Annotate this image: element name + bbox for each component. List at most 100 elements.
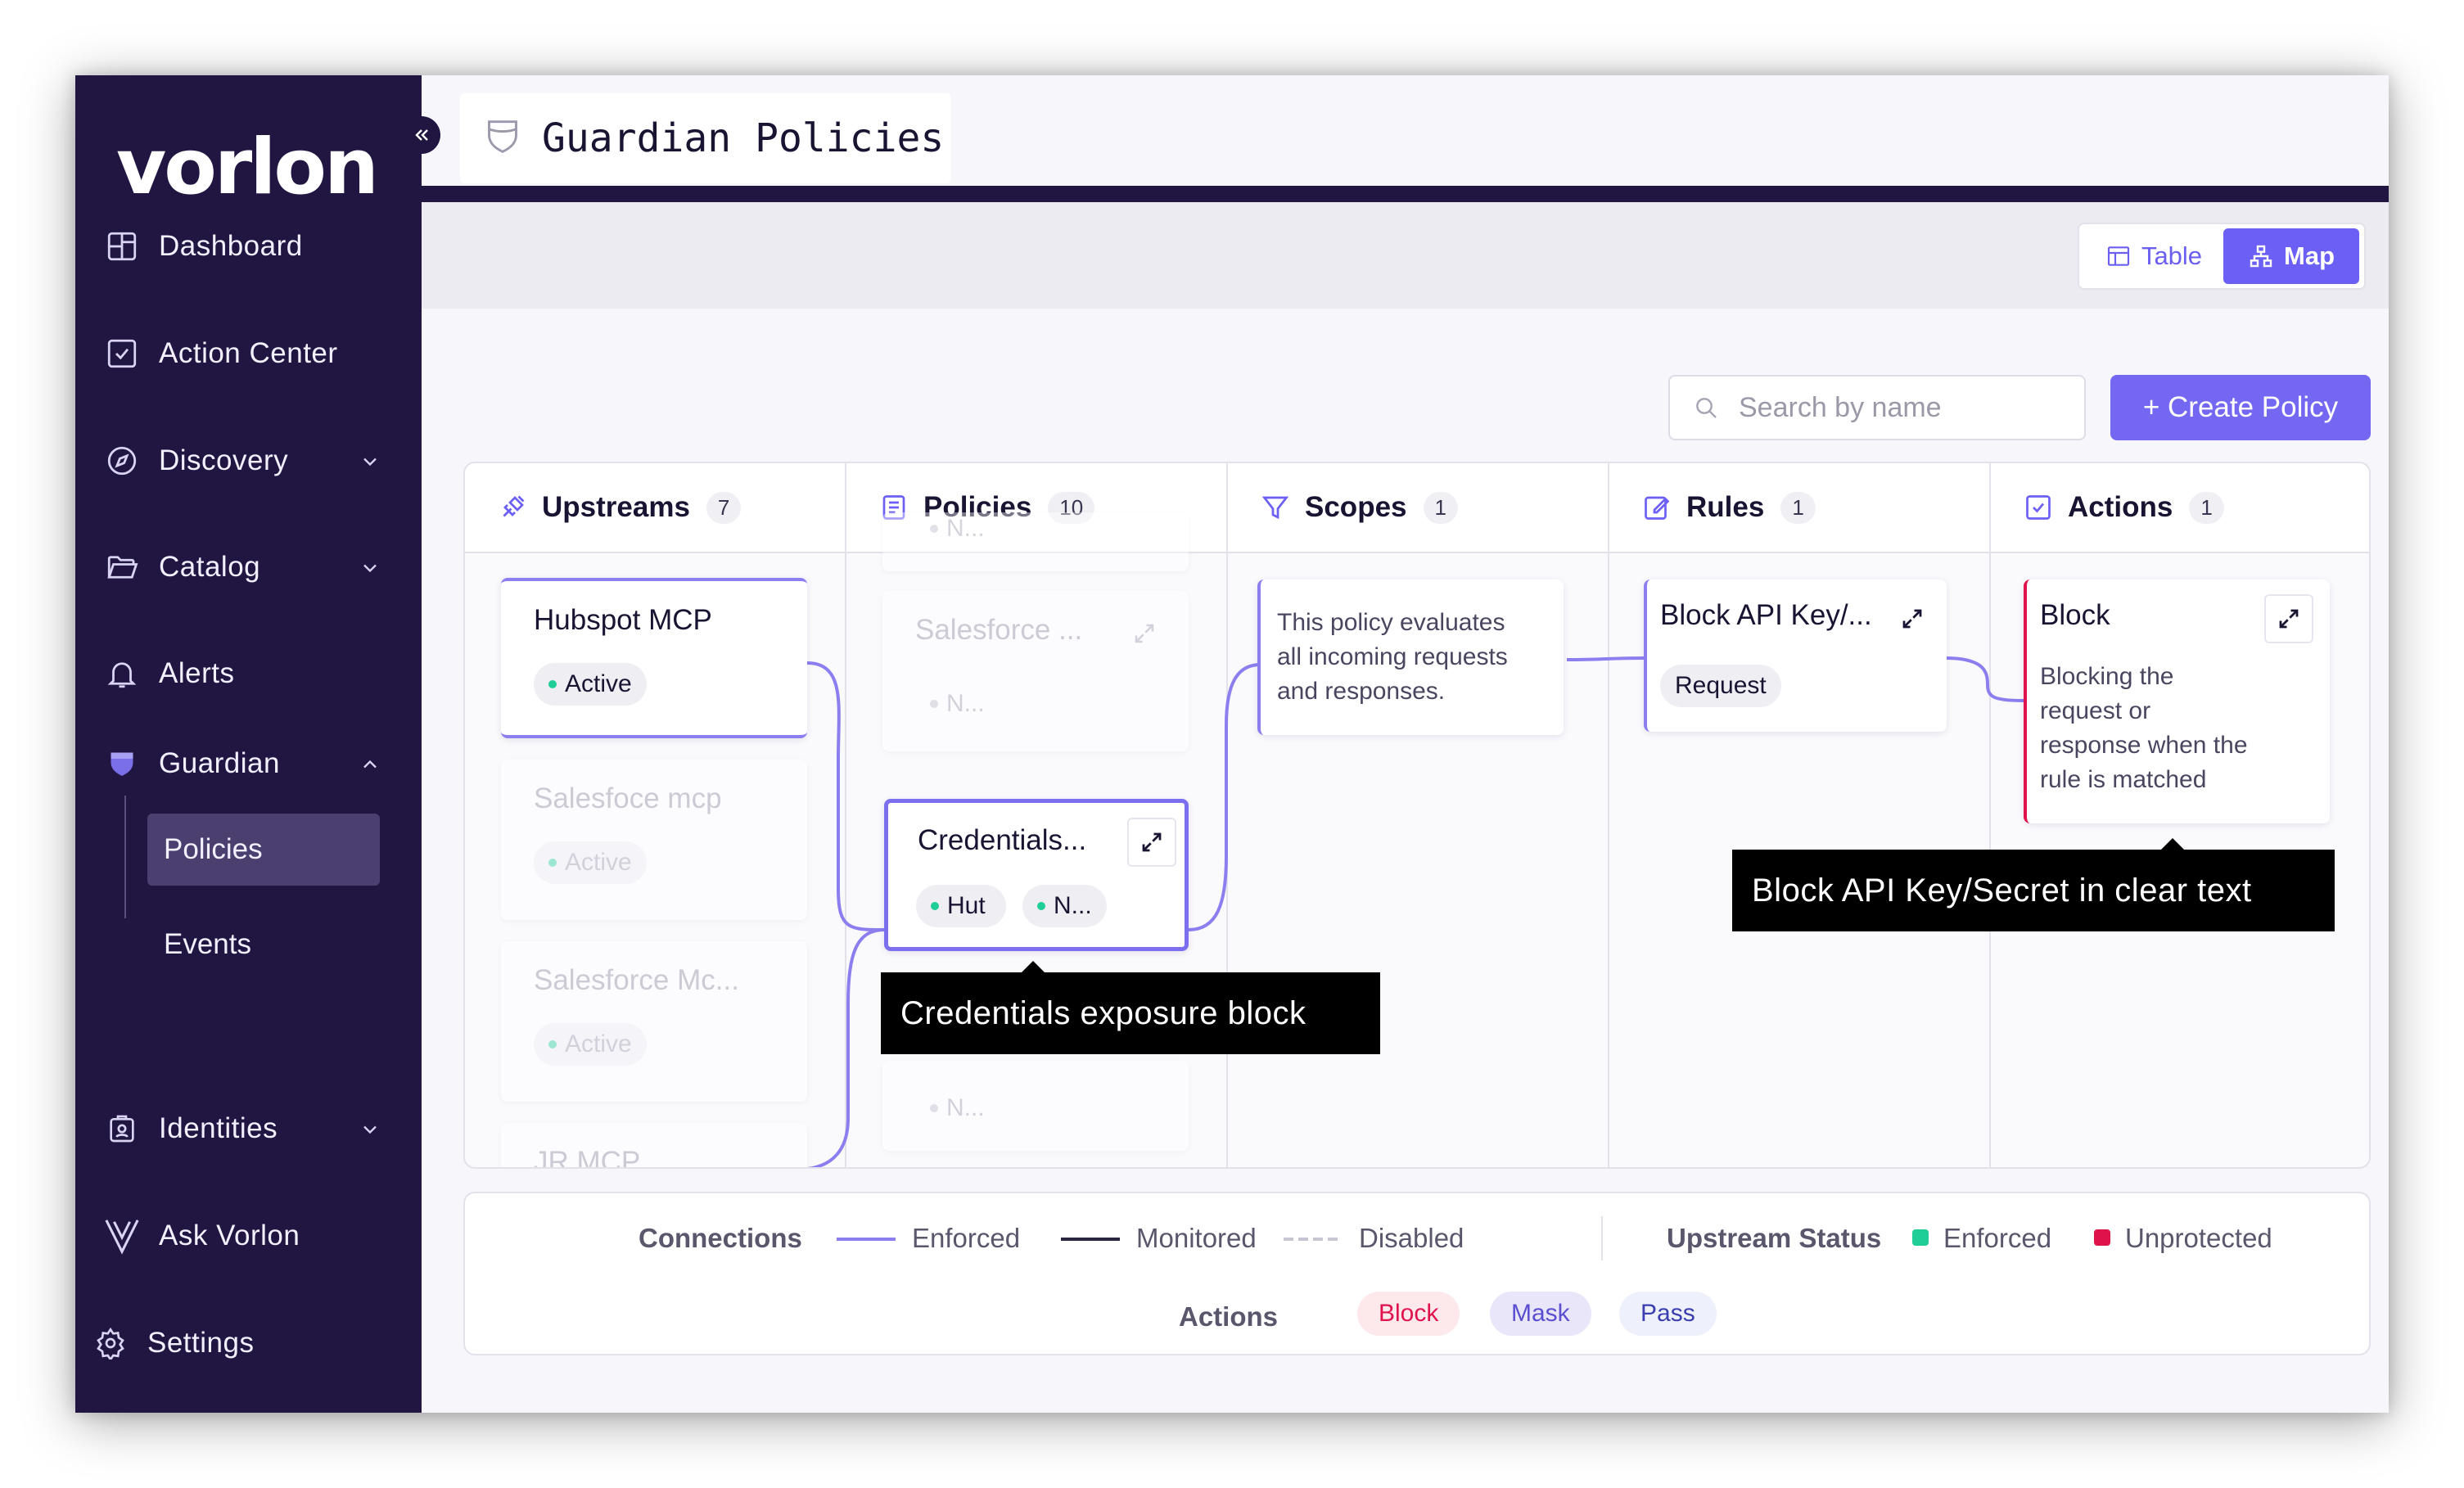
sidebar-item-label: Catalog (159, 551, 261, 583)
sidebar-subitem-policies[interactable]: Policies (147, 814, 380, 886)
upstream-card[interactable]: Salesfoce mcp Active (501, 760, 807, 920)
sidebar-item-label: Guardian (159, 747, 280, 779)
compass-icon (103, 442, 141, 480)
legend-actions-label: Actions (1179, 1301, 1279, 1332)
connection-line (1188, 663, 1261, 931)
policy-tag: N... (1022, 885, 1107, 927)
tag-dot (930, 1104, 938, 1112)
description-line: and responses. (1277, 678, 1446, 705)
unprotected-status-swatch (2094, 1229, 2110, 1246)
create-policy-button[interactable]: + Create Policy (2110, 375, 2371, 440)
upstream-name: Hubspot MCP (534, 604, 712, 636)
sidebar-subitem-events[interactable]: Events (147, 909, 380, 981)
block-action-badge: Block (1357, 1292, 1460, 1336)
tag-dot (930, 525, 938, 533)
expand-button[interactable] (1120, 609, 1169, 658)
policy-tooltip: Credentials exposure block (881, 972, 1380, 1054)
scope-card[interactable]: This policy evaluates all incoming reque… (1257, 579, 1564, 735)
connection-line (1566, 656, 1646, 661)
connection-line (806, 661, 885, 931)
expand-button[interactable] (1888, 594, 1937, 643)
id-badge-icon (103, 1110, 141, 1148)
pass-action-badge: Pass (1619, 1292, 1717, 1336)
policy-name: Salesforce ... (915, 614, 1083, 646)
sidebar-item-label: Discovery (159, 444, 289, 476)
upstream-card[interactable]: Salesforce Mc... Active (501, 941, 807, 1102)
policy-card[interactable]: Salesforce ... N... (882, 591, 1189, 751)
map-view-label: Map (2284, 241, 2335, 270)
legend-connections-label: Connections (639, 1223, 802, 1253)
legend-enforced: Enforced (912, 1223, 1021, 1253)
sidebar-item-discovery[interactable]: Discovery (103, 432, 414, 489)
sidebar-item-label: Settings (147, 1327, 255, 1359)
upstream-card[interactable]: Hubspot MCP Active (501, 578, 807, 738)
policy-tag: N... (915, 507, 1000, 550)
vorlon-v-icon (103, 1217, 141, 1255)
rule-card[interactable]: Block API Key/... Request (1644, 579, 1947, 732)
rule-name: Block API Key/... (1660, 599, 1872, 631)
policy-card-selected[interactable]: Credentials... Hut N... (884, 799, 1189, 951)
sidebar-item-settings[interactable]: Settings (92, 1314, 403, 1372)
expand-button[interactable] (2264, 594, 2313, 643)
upstream-card[interactable]: JR MCP (501, 1123, 807, 1167)
sidebar-item-label: Ask Vorlon (159, 1220, 300, 1251)
chevron-down-icon (359, 450, 381, 477)
legend-status-unprotected: Unprotected (2125, 1223, 2272, 1253)
double-chevron-left-icon (415, 129, 428, 141)
description-line: This policy evaluates (1277, 609, 1505, 636)
policy-tag: N... (915, 683, 1000, 725)
policy-card[interactable]: N... (882, 1061, 1189, 1151)
chevron-down-icon (359, 557, 381, 584)
expand-icon (1902, 609, 1922, 629)
legend-monitored: Monitored (1136, 1223, 1257, 1253)
map-view-button[interactable]: Map (2223, 228, 2359, 284)
search-input[interactable] (1737, 390, 2068, 425)
sidebar-item-guardian[interactable]: Guardian (103, 735, 414, 792)
chevron-down-icon (359, 1118, 381, 1145)
tag-text: N... (946, 690, 985, 717)
status-text: Active (565, 849, 632, 876)
sidebar-item-dashboard[interactable]: Dashboard (103, 218, 414, 275)
sidebar-item-label: Identities (159, 1112, 278, 1144)
status-badge: Active (534, 1023, 647, 1066)
gear-icon (92, 1324, 129, 1362)
page-title: Guardian Policies (542, 115, 945, 161)
dashboard-grid-icon (103, 228, 141, 265)
tag-text: N... (946, 1094, 985, 1121)
tag-dot (931, 902, 939, 910)
description-line: all incoming requests (1277, 643, 1508, 670)
sidebar-item-catalog[interactable]: Catalog (103, 539, 414, 596)
description-line: request or (2040, 697, 2151, 724)
checkbox-icon (103, 335, 141, 372)
expand-button[interactable] (1127, 818, 1176, 867)
legend-divider (1601, 1216, 1603, 1260)
search-box[interactable] (1668, 375, 2086, 440)
policy-tag: N... (915, 1087, 1000, 1130)
search-icon (1696, 398, 1717, 418)
sidebar-item-alerts[interactable]: Alerts (103, 645, 414, 702)
policy-tag: Hut (916, 885, 1006, 927)
sidebar-item-action-center[interactable]: Action Center (103, 325, 414, 382)
tooltip-arrow (1022, 961, 1045, 972)
rule-tooltip: Block API Key/Secret in clear text (1732, 850, 2335, 931)
upstream-name: Salesforce Mc... (534, 964, 739, 996)
collapse-sidebar-button[interactable] (403, 116, 440, 154)
scope-description: This policy evaluates all incoming reque… (1277, 606, 1508, 709)
sidebar: vorlon Dashboard Action Center Discovery (75, 75, 422, 1413)
sitemap-icon (2250, 245, 2272, 268)
tag-dot (930, 700, 938, 708)
shield-icon (103, 745, 141, 782)
legend-upstream-status-label: Upstream Status (1667, 1223, 1882, 1253)
sidebar-item-identities[interactable]: Identities (103, 1100, 414, 1157)
action-card[interactable]: Block Blocking the request or response w… (2024, 579, 2330, 823)
map-legend: Connections Enforced Monitored Disabled … (463, 1192, 2371, 1355)
policy-card[interactable]: N... (882, 512, 1189, 571)
description-line: response when the (2040, 732, 2248, 759)
vorlon-logo[interactable]: vorlon (116, 129, 379, 206)
sidebar-item-label: Dashboard (159, 230, 303, 262)
sidebar-item-ask-vorlon[interactable]: Ask Vorlon (103, 1207, 414, 1265)
chevron-up-icon (359, 753, 381, 780)
enforced-status-swatch (1912, 1229, 1929, 1246)
table-view-button[interactable]: Table (2084, 228, 2223, 284)
expand-icon (2279, 609, 2299, 629)
